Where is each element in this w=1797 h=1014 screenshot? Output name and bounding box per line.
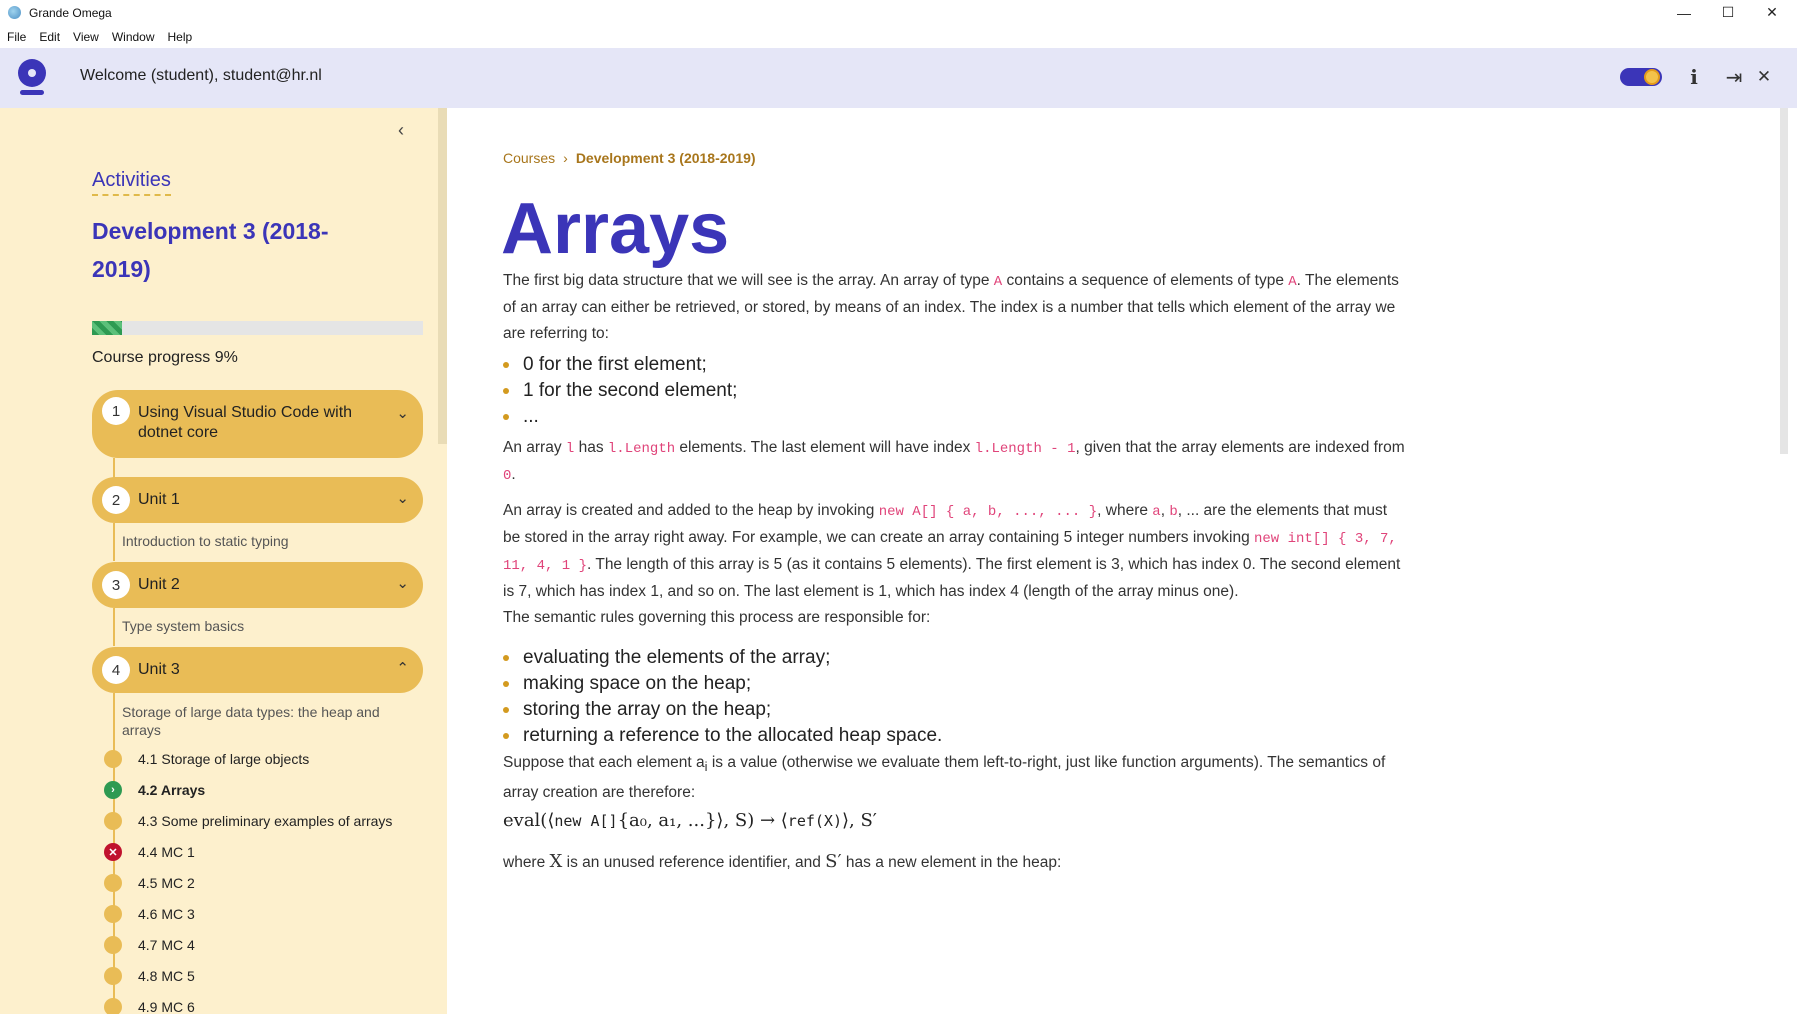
activity-item[interactable]: 4.9 MC 6: [104, 995, 195, 1014]
breadcrumb: Courses › Development 3 (2018-2019): [503, 150, 756, 166]
list-item: ...: [503, 404, 737, 430]
paragraph-where: where X is an unused reference identifie…: [503, 851, 1062, 872]
status-dot-icon: [104, 812, 122, 830]
close-app-icon[interactable]: ✕: [1749, 62, 1779, 92]
unit-card-1[interactable]: 1 Using Visual Studio Code with dotnet c…: [92, 390, 423, 458]
chevron-right-icon: ›: [563, 150, 568, 166]
activity-item-failed[interactable]: ✕ 4.4 MC 1: [104, 840, 195, 864]
collapse-sidebar-icon[interactable]: ‹: [398, 120, 404, 141]
status-dot-icon: [104, 967, 122, 985]
breadcrumb-course[interactable]: Development 3 (2018-2019): [576, 150, 756, 166]
page-title: Arrays: [501, 189, 730, 269]
index-list: 0 for the first element; 1 for the secon…: [503, 352, 737, 430]
theme-toggle[interactable]: [1620, 68, 1662, 86]
unit-number: 2: [102, 486, 130, 514]
menu-window[interactable]: Window: [112, 30, 155, 44]
sidebar-scrollbar[interactable]: [438, 108, 447, 444]
current-arrow-icon: ›: [104, 781, 122, 799]
chevron-up-icon[interactable]: ⌃: [396, 659, 409, 677]
timeline-line: [113, 608, 115, 646]
unit-title: Unit 1: [138, 491, 180, 508]
app-icon: [8, 6, 21, 19]
activity-item[interactable]: 4.3 Some preliminary examples of arrays: [104, 809, 392, 833]
activity-item-current[interactable]: › 4.2 Arrays: [104, 778, 205, 802]
unit-description: Type system basics: [122, 618, 245, 634]
activity-item[interactable]: 4.7 MC 4: [104, 933, 195, 957]
course-title: Development 3 (2018-2019): [92, 218, 329, 282]
course-progress-text: Course progress 9%: [92, 349, 238, 366]
menu-file[interactable]: File: [7, 30, 26, 44]
minimize-button[interactable]: —: [1664, 0, 1704, 25]
status-dot-icon: [104, 998, 122, 1014]
unit-number: 1: [102, 397, 130, 425]
window-close-button[interactable]: ✕: [1752, 0, 1792, 25]
unit-number: 3: [102, 571, 130, 599]
paragraph-length: An array l has l.Length elements. The la…: [503, 439, 1405, 484]
activity-item[interactable]: 4.1 Storage of large objects: [104, 747, 309, 771]
list-item: 1 for the second element;: [503, 378, 737, 404]
chevron-down-icon[interactable]: ⌄: [396, 404, 409, 422]
unit-description: Storage of large data types: the heap an…: [122, 704, 380, 738]
unit-card-3[interactable]: 3 Unit 2 ⌄: [92, 562, 423, 608]
course-progress-fill: [92, 321, 122, 335]
activity-label: 4.7 MC 4: [138, 937, 195, 953]
list-item: making space on the heap;: [503, 671, 942, 697]
window-titlebar: Grande Omega — ☐ ✕: [0, 0, 1797, 25]
sun-icon: [1644, 69, 1660, 85]
activity-label: 4.8 MC 5: [138, 968, 195, 984]
window-title: Grande Omega: [29, 5, 112, 20]
app-header: Welcome (student), student@hr.nl i ⇥ ✕: [0, 48, 1797, 108]
activities-link[interactable]: Activities: [92, 169, 171, 196]
info-icon[interactable]: i: [1679, 62, 1709, 92]
activity-label: 4.5 MC 2: [138, 875, 195, 891]
user-logo-icon[interactable]: [18, 59, 46, 95]
activity-item[interactable]: 4.5 MC 2: [104, 871, 195, 895]
activity-label: 4.2 Arrays: [138, 782, 206, 798]
status-dot-icon: [104, 874, 122, 892]
eval-formula: eval(⟨new A[]{a₀, a₁, ...}⟩, S) → ⟨ref(X…: [503, 810, 877, 831]
list-item: returning a reference to the allocated h…: [503, 723, 942, 749]
paragraph-suppose: Suppose that each element ai is a value …: [503, 754, 1386, 802]
list-item: storing the array on the heap;: [503, 697, 942, 723]
menu-bar: File Edit View Window Help: [0, 25, 1797, 48]
unit-card-2[interactable]: 2 Unit 1 ⌄: [92, 477, 423, 523]
status-dot-icon: [104, 936, 122, 954]
timeline-line: [113, 523, 115, 561]
sidebar: ‹ Activities Development 3 (2018-2019) C…: [0, 108, 447, 1014]
status-dot-icon: [104, 905, 122, 923]
paragraph-creation: An array is created and added to the hea…: [503, 502, 1401, 600]
activity-label: 4.6 MC 3: [138, 906, 195, 922]
unit-title: Unit 2: [138, 576, 180, 593]
responsibility-list: evaluating the elements of the array; ma…: [503, 645, 942, 749]
list-item: 0 for the first element;: [503, 352, 737, 378]
lesson-content: Courses › Development 3 (2018-2019) Arra…: [447, 108, 1780, 1014]
chevron-down-icon[interactable]: ⌄: [396, 489, 409, 507]
menu-help[interactable]: Help: [168, 30, 193, 44]
welcome-text: Welcome (student), student@hr.nl: [80, 67, 322, 84]
failed-x-icon: ✕: [104, 843, 122, 861]
activity-item[interactable]: 4.8 MC 5: [104, 964, 195, 988]
logout-icon[interactable]: ⇥: [1719, 62, 1749, 92]
list-item: evaluating the elements of the array;: [503, 645, 942, 671]
course-progress-bar: [92, 321, 423, 335]
paragraph-semantic-rules: The semantic rules governing this proces…: [503, 609, 931, 626]
activity-label: 4.3 Some preliminary examples of arrays: [138, 813, 393, 829]
unit-card-4[interactable]: 4 Unit 3 ⌃: [92, 647, 423, 693]
activity-label: 4.9 MC 6: [138, 999, 195, 1014]
unit-title: Unit 3: [138, 661, 180, 678]
activity-label: 4.4 MC 1: [138, 844, 195, 860]
status-dot-icon: [104, 750, 122, 768]
maximize-button[interactable]: ☐: [1708, 0, 1748, 25]
content-scrollbar[interactable]: [1780, 108, 1788, 454]
menu-edit[interactable]: Edit: [39, 30, 60, 44]
activity-item[interactable]: 4.6 MC 3: [104, 902, 195, 926]
menu-view[interactable]: View: [73, 30, 99, 44]
unit-title: Using Visual Studio Code with dotnet cor…: [138, 404, 353, 441]
chevron-down-icon[interactable]: ⌄: [396, 574, 409, 592]
activity-label: 4.1 Storage of large objects: [138, 751, 310, 767]
unit-number: 4: [102, 656, 130, 684]
unit-description: Introduction to static typing: [122, 533, 289, 549]
paragraph-intro: The first big data structure that we wil…: [503, 272, 1399, 342]
breadcrumb-courses[interactable]: Courses: [503, 150, 555, 166]
